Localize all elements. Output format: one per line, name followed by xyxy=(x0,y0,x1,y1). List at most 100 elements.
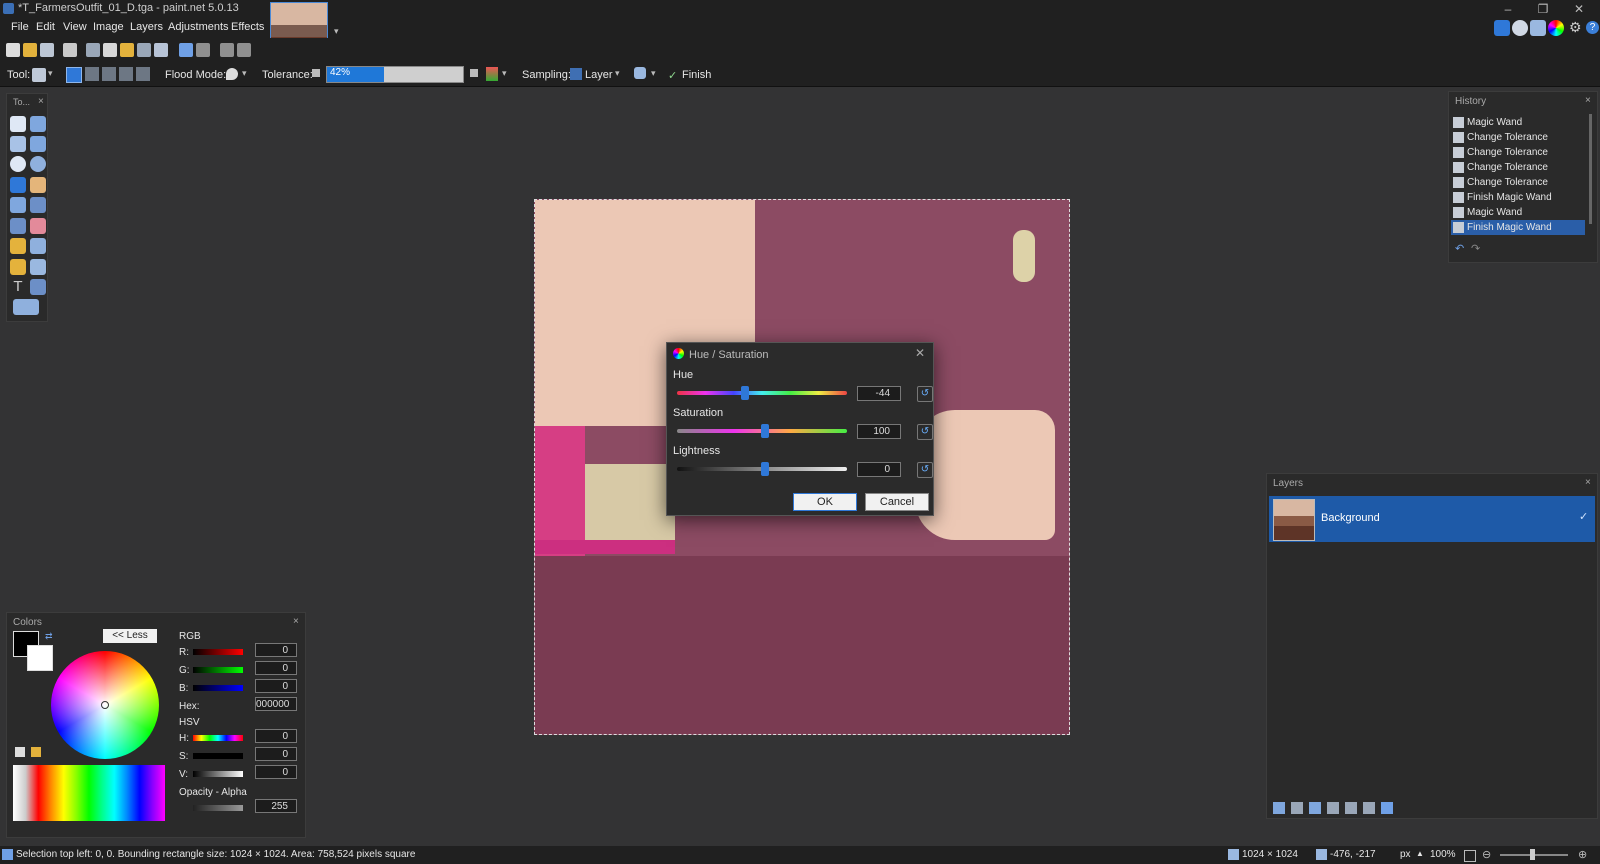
hue-slider-thumb[interactable] xyxy=(741,386,749,400)
flood-mode-icon[interactable] xyxy=(226,68,238,80)
sampling-layer-icon[interactable] xyxy=(570,68,582,80)
shapes-icon[interactable] xyxy=(13,299,39,315)
layer-row-background[interactable]: Background ✓ xyxy=(1269,496,1595,542)
add-palette-icon[interactable] xyxy=(15,747,25,757)
tools-panel-close[interactable]: × xyxy=(38,96,44,107)
copy-icon[interactable] xyxy=(103,43,117,57)
move-layer-up-icon[interactable] xyxy=(1345,802,1357,814)
maximize-button[interactable]: ❐ xyxy=(1528,1,1558,17)
gradient-icon[interactable] xyxy=(30,197,46,213)
palette-menu-icon[interactable] xyxy=(31,747,41,757)
history-close[interactable]: × xyxy=(1585,95,1591,106)
history-scrollbar[interactable] xyxy=(1589,114,1592,224)
menu-view[interactable]: View xyxy=(63,21,87,33)
settings-gear-icon[interactable]: ⚙ xyxy=(1569,20,1583,34)
union-mode-icon[interactable] xyxy=(85,67,99,81)
history-item[interactable]: Magic Wand xyxy=(1451,115,1585,130)
move-selection-icon[interactable] xyxy=(30,136,46,152)
tolerance-increase-icon[interactable] xyxy=(470,69,478,77)
zoom-level[interactable]: 100% xyxy=(1430,849,1456,860)
color-palette[interactable] xyxy=(13,765,165,821)
value-input[interactable]: 0 xyxy=(255,765,297,779)
paintbrush-icon[interactable] xyxy=(10,218,26,234)
pencil-icon[interactable] xyxy=(10,238,26,254)
cancel-button[interactable]: Cancel xyxy=(865,493,929,511)
pan-hand-icon[interactable] xyxy=(30,177,46,193)
delete-layer-icon[interactable] xyxy=(1291,802,1303,814)
layer-properties-icon[interactable] xyxy=(1381,802,1393,814)
layer-visible-checkbox[interactable]: ✓ xyxy=(1579,510,1588,523)
hue-input[interactable]: 0 xyxy=(255,729,297,743)
paste-icon[interactable] xyxy=(120,43,134,57)
tolerance-decrease-icon[interactable] xyxy=(312,69,320,77)
hex-input[interactable]: 000000 xyxy=(255,697,297,711)
open-icon[interactable] xyxy=(23,43,37,57)
add-layer-icon[interactable] xyxy=(1273,802,1285,814)
lasso-select-icon[interactable] xyxy=(10,136,26,152)
duplicate-layer-icon[interactable] xyxy=(1309,802,1321,814)
minimize-button[interactable]: – xyxy=(1493,1,1523,17)
history-item[interactable]: Finish Magic Wand xyxy=(1451,190,1585,205)
history-item-selected[interactable]: Finish Magic Wand xyxy=(1451,220,1585,235)
red-slider[interactable] xyxy=(193,649,243,655)
ok-button[interactable]: OK xyxy=(793,493,857,511)
saturation-channel-slider[interactable] xyxy=(193,753,243,759)
print-icon[interactable] xyxy=(63,43,77,57)
recolor-icon[interactable] xyxy=(30,259,46,275)
lightness-reset-icon[interactable]: ↺ xyxy=(917,462,933,478)
finish-check-icon[interactable]: ✓ xyxy=(668,69,677,82)
swap-colors-icon[interactable]: ⇄ xyxy=(45,631,53,642)
history-item[interactable]: Change Tolerance xyxy=(1451,160,1585,175)
lightness-value-input[interactable]: 0 xyxy=(857,462,901,477)
less-button[interactable]: << Less xyxy=(103,629,157,643)
invert-mode-icon[interactable] xyxy=(136,67,150,81)
ruler-icon[interactable] xyxy=(237,43,251,57)
history-item[interactable]: Change Tolerance xyxy=(1451,130,1585,145)
dialog-close-button[interactable]: ✕ xyxy=(915,346,925,360)
merge-layer-icon[interactable] xyxy=(1327,802,1339,814)
history-toggle-icon[interactable] xyxy=(1512,20,1528,36)
color-picker-icon[interactable] xyxy=(30,238,46,254)
move-layer-down-icon[interactable] xyxy=(1363,802,1375,814)
history-item[interactable]: Change Tolerance xyxy=(1451,145,1585,160)
magic-wand-tool-icon[interactable] xyxy=(10,177,26,193)
hue-value-input[interactable]: -44 xyxy=(857,386,901,401)
crop-icon[interactable] xyxy=(137,43,151,57)
menu-image[interactable]: Image xyxy=(93,21,124,33)
layers-close[interactable]: × xyxy=(1585,477,1591,488)
sampling-dropdown-icon[interactable]: ▾ xyxy=(615,68,623,79)
alpha-mode-icon[interactable] xyxy=(486,67,498,81)
zoom-to-window-icon[interactable] xyxy=(1464,850,1476,862)
zoom-slider-thumb[interactable] xyxy=(1530,849,1535,860)
zoom-icon[interactable] xyxy=(30,156,46,172)
antialias-dropdown-icon[interactable]: ▾ xyxy=(651,68,659,79)
color-wheel-handle[interactable] xyxy=(101,701,109,709)
zoom-in-icon[interactable]: ⊕ xyxy=(1578,848,1587,861)
help-icon[interactable]: ? xyxy=(1586,21,1599,34)
eraser-icon[interactable] xyxy=(30,218,46,234)
history-item[interactable]: Magic Wand xyxy=(1451,205,1585,220)
saturation-slider-thumb[interactable] xyxy=(761,424,769,438)
close-window-button[interactable]: ✕ xyxy=(1564,1,1594,17)
blue-input[interactable]: 0 xyxy=(255,679,297,693)
units-selector[interactable]: px xyxy=(1400,849,1411,860)
secondary-color-swatch[interactable] xyxy=(27,645,53,671)
line-curve-icon[interactable] xyxy=(30,279,46,295)
hue-slider[interactable] xyxy=(677,391,847,395)
ellipse-select-icon[interactable] xyxy=(10,156,26,172)
menu-file[interactable]: File xyxy=(11,21,29,33)
colors-toggle-icon[interactable] xyxy=(1548,20,1564,36)
menu-effects[interactable]: Effects xyxy=(231,21,264,33)
text-icon[interactable]: T xyxy=(10,279,26,295)
sampling-value[interactable]: Layer xyxy=(585,69,613,81)
alpha-input[interactable]: 255 xyxy=(255,799,297,813)
flood-mode-dropdown-icon[interactable]: ▾ xyxy=(242,68,250,79)
tab-dropdown-icon[interactable]: ▾ xyxy=(334,26,342,36)
lightness-slider-thumb[interactable] xyxy=(761,462,769,476)
deselect-icon[interactable] xyxy=(154,43,168,57)
green-input[interactable]: 0 xyxy=(255,661,297,675)
move-selected-icon[interactable] xyxy=(30,116,46,132)
blue-slider[interactable] xyxy=(193,685,243,691)
menu-edit[interactable]: Edit xyxy=(36,21,55,33)
saturation-input[interactable]: 0 xyxy=(255,747,297,761)
